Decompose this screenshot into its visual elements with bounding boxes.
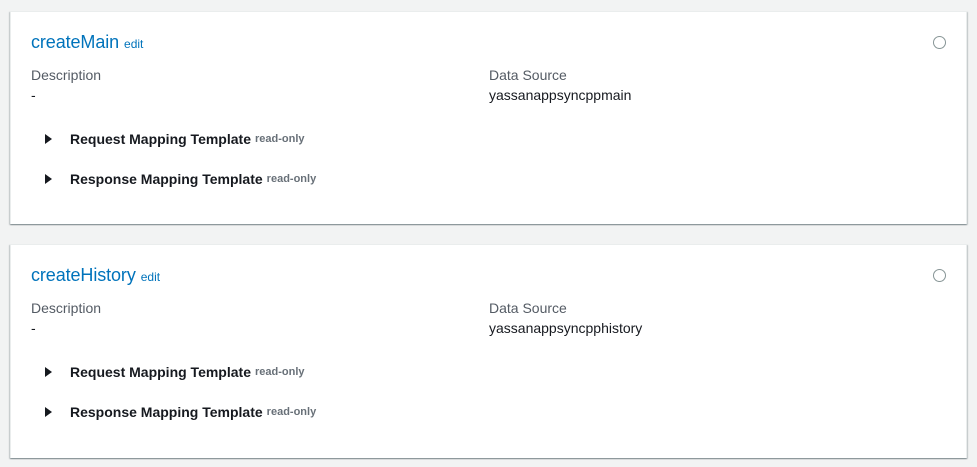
response-mapping-expander[interactable]: Response Mapping Template read-only	[45, 171, 316, 187]
caret-right-icon	[45, 367, 52, 377]
resolver-title-row: createMain edit	[31, 32, 143, 53]
description-field: Description -	[31, 67, 101, 103]
description-label: Description	[31, 67, 102, 83]
resolver-card-createMain: createMain edit Description - Data Sourc…	[10, 11, 967, 224]
description-value: -	[31, 87, 36, 103]
caret-right-icon	[45, 174, 52, 184]
response-mapping-label: Response Mapping Template	[70, 171, 263, 187]
read-only-badge: read-only	[266, 173, 317, 185]
select-radio[interactable]	[933, 36, 946, 49]
request-mapping-label: Request Mapping Template	[70, 131, 251, 147]
read-only-badge: read-only	[266, 406, 317, 418]
datasource-label: Data Source	[489, 67, 567, 83]
edit-link[interactable]: edit	[124, 37, 143, 51]
resolver-name-link[interactable]: createHistory	[31, 265, 136, 286]
datasource-field: Data Source yassanappsyncppmain	[489, 67, 631, 103]
select-radio[interactable]	[933, 269, 946, 282]
edit-link[interactable]: edit	[141, 270, 160, 284]
resolver-title-row: createHistory edit	[31, 265, 160, 286]
request-mapping-expander[interactable]: Request Mapping Template read-only	[45, 364, 305, 380]
caret-right-icon	[45, 407, 52, 417]
response-mapping-expander[interactable]: Response Mapping Template read-only	[45, 404, 316, 420]
datasource-value: yassanappsyncpphistory	[489, 320, 643, 336]
resolver-card-createHistory: createHistory edit Description - Data So…	[10, 244, 967, 458]
resolver-name-link[interactable]: createMain	[31, 32, 119, 53]
datasource-field: Data Source yassanappsyncpphistory	[489, 300, 642, 336]
description-field: Description -	[31, 300, 101, 336]
description-value: -	[31, 320, 36, 336]
response-mapping-label: Response Mapping Template	[70, 404, 263, 420]
datasource-label: Data Source	[489, 300, 567, 316]
request-mapping-expander[interactable]: Request Mapping Template read-only	[45, 131, 305, 147]
description-label: Description	[31, 300, 102, 316]
caret-right-icon	[45, 134, 52, 144]
read-only-badge: read-only	[254, 366, 305, 378]
datasource-value: yassanappsyncppmain	[489, 87, 632, 103]
read-only-badge: read-only	[254, 133, 305, 145]
request-mapping-label: Request Mapping Template	[70, 364, 251, 380]
